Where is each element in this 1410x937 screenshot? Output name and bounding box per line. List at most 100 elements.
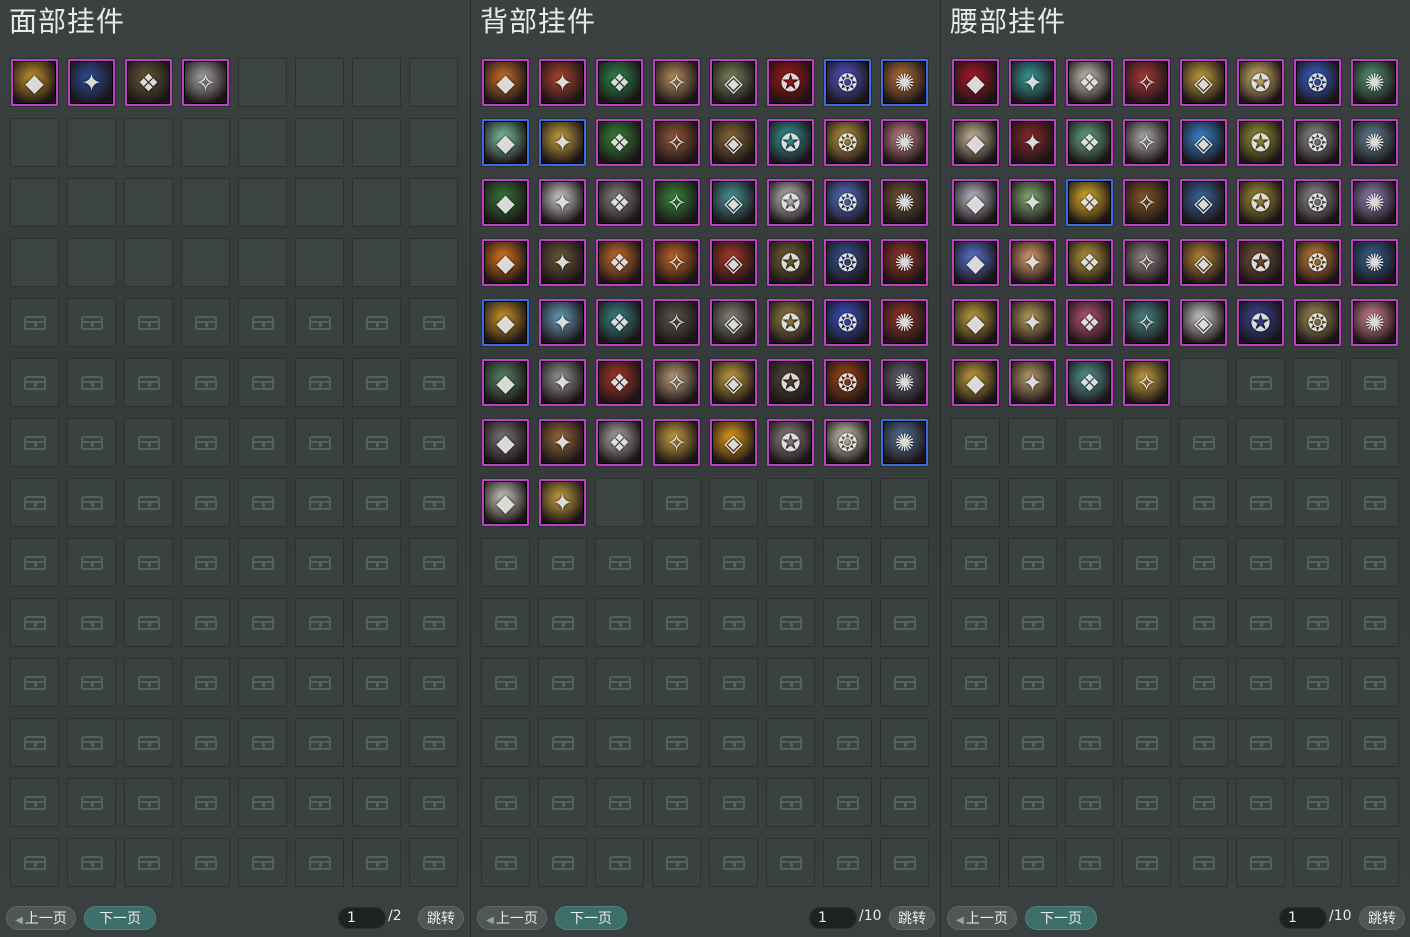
blue-flower-icon[interactable]: ✦ (539, 299, 586, 346)
locked-slot[interactable] (1179, 418, 1228, 467)
item-slot[interactable]: ✦ (538, 178, 587, 227)
empty-slot[interactable] (67, 178, 116, 227)
locked-slot[interactable] (766, 598, 815, 647)
item-slot[interactable]: ✦ (538, 298, 587, 347)
item-slot[interactable]: ◆ (481, 178, 530, 227)
item-slot[interactable]: ◈ (1179, 298, 1228, 347)
item-slot[interactable]: ❖ (595, 298, 644, 347)
red-sword-icon[interactable]: ✦ (1009, 119, 1056, 166)
item-slot[interactable]: ✧ (1122, 178, 1171, 227)
item-slot[interactable]: ✺ (1350, 178, 1399, 227)
locked-slot[interactable] (1122, 418, 1171, 467)
item-slot[interactable]: ✦ (538, 58, 587, 107)
blue-vase-icon[interactable]: ✪ (1237, 299, 1284, 346)
item-slot[interactable]: ✪ (766, 178, 815, 227)
empty-slot[interactable] (124, 118, 173, 167)
item-slot[interactable]: ✦ (1008, 358, 1057, 407)
white-mask-icon[interactable]: ✪ (767, 179, 814, 226)
item-slot[interactable]: ✪ (766, 58, 815, 107)
locked-slot[interactable] (481, 598, 530, 647)
locked-slot[interactable] (1065, 478, 1114, 527)
locked-slot[interactable] (181, 298, 230, 347)
locked-slot[interactable] (538, 718, 587, 767)
jump-button[interactable]: 跳转 (1359, 906, 1405, 930)
locked-slot[interactable] (538, 658, 587, 707)
item-slot[interactable]: ❖ (1065, 358, 1114, 407)
item-slot[interactable]: ✦ (1008, 58, 1057, 107)
golden-whip-icon[interactable]: ◆ (952, 359, 999, 406)
fan-icon[interactable]: ✧ (653, 59, 700, 106)
locked-slot[interactable] (1008, 478, 1057, 527)
empty-slot[interactable] (10, 238, 59, 287)
bird-icon[interactable]: ◈ (710, 179, 757, 226)
locked-slot[interactable] (1236, 838, 1285, 887)
locked-slot[interactable] (1236, 658, 1285, 707)
item-slot[interactable]: ✧ (652, 178, 701, 227)
item-slot[interactable]: ❖ (595, 58, 644, 107)
white-blossom-icon[interactable]: ❂ (824, 419, 871, 466)
locked-slot[interactable] (409, 598, 458, 647)
white-flower-icon[interactable]: ✦ (539, 179, 586, 226)
item-slot[interactable]: ✧ (652, 298, 701, 347)
empty-slot[interactable] (409, 178, 458, 227)
locked-slot[interactable] (1008, 418, 1057, 467)
blue-sphere-icon[interactable]: ❂ (824, 239, 871, 286)
item-slot[interactable]: ◈ (709, 58, 758, 107)
empty-slot[interactable] (124, 178, 173, 227)
golden-cat-icon[interactable]: ❂ (1294, 299, 1341, 346)
next-page-button[interactable]: 下一页 (1025, 906, 1097, 930)
locked-slot[interactable] (709, 718, 758, 767)
locked-slot[interactable] (481, 538, 530, 587)
item-slot[interactable]: ✪ (1236, 178, 1285, 227)
bunny-icon[interactable]: ✦ (1009, 239, 1056, 286)
locked-slot[interactable] (1122, 478, 1171, 527)
locked-slot[interactable] (766, 838, 815, 887)
locked-slot[interactable] (880, 478, 929, 527)
sword-icon[interactable]: ❖ (596, 179, 643, 226)
locked-slot[interactable] (10, 658, 59, 707)
item-slot[interactable]: ❂ (823, 238, 872, 287)
gold-ingot-icon[interactable]: ❖ (1066, 179, 1113, 226)
locked-slot[interactable] (1236, 478, 1285, 527)
locked-slot[interactable] (823, 478, 872, 527)
silver-shield-mask-icon[interactable]: ✧ (182, 59, 229, 106)
note-icon[interactable]: ✦ (1009, 359, 1056, 406)
silver-drum-icon[interactable]: ✪ (767, 419, 814, 466)
item-slot[interactable]: ❖ (595, 118, 644, 167)
page-number-input[interactable] (809, 907, 857, 929)
locked-slot[interactable] (238, 538, 287, 587)
monkey-icon[interactable]: ✦ (539, 419, 586, 466)
locked-slot[interactable] (652, 658, 701, 707)
locked-slot[interactable] (1179, 778, 1228, 827)
locked-slot[interactable] (538, 778, 587, 827)
empty-slot[interactable] (181, 118, 230, 167)
item-slot[interactable]: ✧ (181, 58, 230, 107)
blue-lantern-icon[interactable]: ✺ (881, 419, 928, 466)
locked-slot[interactable] (124, 658, 173, 707)
empty-slot[interactable] (352, 238, 401, 287)
item-slot[interactable]: ❂ (823, 58, 872, 107)
triangle-flag-icon[interactable]: ◈ (710, 119, 757, 166)
dark-sword-icon[interactable]: ✺ (881, 359, 928, 406)
item-slot[interactable]: ◈ (709, 238, 758, 287)
doll-icon[interactable]: ✺ (881, 119, 928, 166)
item-slot[interactable]: ◈ (709, 178, 758, 227)
item-slot[interactable]: ✧ (652, 418, 701, 467)
locked-slot[interactable] (10, 598, 59, 647)
locked-slot[interactable] (1350, 658, 1399, 707)
locked-slot[interactable] (181, 658, 230, 707)
empty-slot[interactable] (352, 58, 401, 107)
locked-slot[interactable] (295, 598, 344, 647)
locked-slot[interactable] (1065, 778, 1114, 827)
empty-slot[interactable] (238, 238, 287, 287)
locked-slot[interactable] (352, 778, 401, 827)
locked-slot[interactable] (352, 718, 401, 767)
golden-cabinet-icon[interactable]: ✧ (1123, 359, 1170, 406)
locked-slot[interactable] (181, 358, 230, 407)
locked-slot[interactable] (352, 478, 401, 527)
locked-slot[interactable] (409, 658, 458, 707)
empty-slot[interactable] (409, 58, 458, 107)
locked-slot[interactable] (295, 658, 344, 707)
locked-slot[interactable] (409, 298, 458, 347)
wing-blade-icon[interactable]: ◈ (710, 299, 757, 346)
